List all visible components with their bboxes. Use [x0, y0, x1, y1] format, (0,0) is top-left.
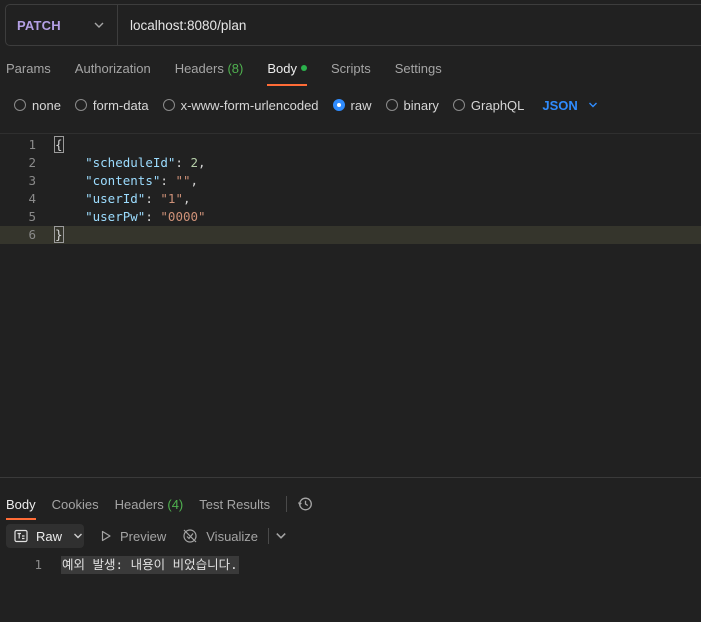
response-tab-test-results[interactable]: Test Results — [199, 497, 270, 512]
json-comma: , — [190, 173, 199, 188]
format-label: JSON — [542, 97, 578, 113]
chevron-down-icon — [588, 102, 597, 108]
request-url-bar: PATCH localhost:8080/plan — [5, 4, 701, 46]
code-line: 1 { — [0, 136, 701, 154]
line-number: 2 — [28, 155, 36, 170]
method-label: PATCH — [17, 17, 61, 33]
tab-body[interactable]: Body — [267, 61, 307, 91]
body-type-graphql[interactable]: GraphQL — [452, 97, 525, 113]
chevron-down-icon — [94, 22, 104, 28]
json-comma: , — [182, 191, 191, 206]
code-line: 4 "userId": "1", — [0, 190, 701, 208]
response-tab-cookies[interactable]: Cookies — [52, 497, 99, 512]
line-number: 1 — [34, 557, 42, 572]
tab-label: Body — [267, 61, 297, 76]
preview-button[interactable]: Preview — [100, 529, 166, 544]
body-type-form-data[interactable]: form-data — [74, 97, 149, 113]
response-text: 예외 발생: 내용이 비었습니다. — [61, 556, 239, 574]
tab-settings[interactable]: Settings — [395, 61, 442, 91]
response-tab-body[interactable]: Body — [6, 496, 36, 520]
format-selector[interactable]: JSON — [542, 98, 597, 113]
request-body-editor[interactable]: 1 { 2 "scheduleId": 2, 3 "contents": "",… — [0, 133, 701, 478]
json-key: "scheduleId" — [85, 155, 176, 170]
option-label: GraphQL — [470, 97, 525, 113]
option-label: binary — [403, 97, 439, 113]
radio-icon — [385, 99, 398, 111]
response-tabs: Body Cookies Headers (4) Test Results — [6, 492, 313, 520]
line-number: 6 — [28, 227, 36, 242]
radio-checked-icon — [332, 99, 345, 111]
url-input[interactable]: localhost:8080/plan — [130, 18, 246, 33]
json-key: "contents" — [85, 173, 161, 188]
tab-label: Body — [6, 496, 36, 512]
line-number: 3 — [28, 173, 36, 188]
tab-authorization[interactable]: Authorization — [75, 61, 151, 91]
toolbar-separator — [268, 528, 270, 544]
json-key: "userId" — [85, 191, 146, 206]
tab-params[interactable]: Params — [6, 61, 51, 91]
history-icon[interactable] — [297, 496, 313, 512]
headers-count: (4) — [167, 496, 184, 512]
raw-view-button[interactable]: Raw — [6, 524, 84, 548]
line-number: 4 — [28, 191, 36, 206]
response-toolbar: Raw Preview Visualize — [6, 524, 287, 548]
code-line: 3 "contents": "", — [0, 172, 701, 190]
radio-icon — [162, 99, 175, 111]
tab-label: Test Results — [199, 496, 271, 512]
raw-text-icon — [14, 529, 28, 543]
postman-window: PATCH localhost:8080/plan Params Authori… — [0, 0, 701, 622]
preview-label: Preview — [120, 528, 167, 544]
request-tabs: Params Authorization Headers (8) Body Sc… — [0, 61, 466, 91]
radio-icon — [452, 99, 465, 111]
line-number: 5 — [28, 209, 36, 224]
tab-label: Settings — [394, 61, 442, 76]
tab-label: Headers — [114, 496, 164, 512]
play-icon — [101, 530, 111, 542]
headers-count: (8) — [227, 61, 244, 76]
body-type-options: none form-data x-www-form-urlencoded raw… — [14, 97, 598, 113]
json-value: 2 — [190, 155, 199, 170]
code-line: 2 "scheduleId": 2, — [0, 154, 701, 172]
json-value: "1" — [160, 191, 183, 206]
close-brace: } — [54, 226, 64, 243]
raw-label: Raw — [36, 528, 63, 544]
visualize-button[interactable]: Visualize — [182, 528, 258, 544]
option-label: form-data — [92, 97, 149, 113]
json-value: "0000" — [160, 209, 206, 224]
body-type-urlencoded[interactable]: x-www-form-urlencoded — [162, 97, 319, 113]
open-brace: { — [54, 136, 64, 153]
response-body[interactable]: 1 예외 발생: 내용이 비었습니다. — [0, 556, 701, 574]
modified-dot-icon — [300, 65, 307, 71]
code-line: 5 "userPw": "0000" — [0, 208, 701, 226]
response-tab-headers[interactable]: Headers (4) — [115, 497, 184, 512]
tab-label: Headers — [174, 61, 224, 76]
panel-resize-handle[interactable] — [0, 477, 701, 478]
radio-icon — [14, 99, 26, 111]
option-label: raw — [350, 97, 372, 113]
chevron-down-icon[interactable] — [275, 530, 287, 542]
code-line-current: 6 } — [0, 226, 701, 244]
chevron-down-icon — [74, 533, 83, 539]
tab-headers[interactable]: Headers (8) — [175, 61, 244, 91]
option-label: x-www-form-urlencoded — [180, 97, 319, 113]
json-key: "userPw" — [85, 209, 146, 224]
body-type-binary[interactable]: binary — [385, 97, 439, 113]
option-label: none — [32, 97, 61, 113]
visualize-icon — [183, 529, 197, 543]
visualize-label: Visualize — [206, 528, 259, 544]
json-value: "" — [175, 173, 191, 188]
tab-label: Cookies — [51, 496, 99, 512]
body-type-raw[interactable]: raw — [332, 97, 372, 113]
tab-scripts[interactable]: Scripts — [331, 61, 371, 91]
tab-label: Authorization — [74, 61, 151, 76]
body-type-none[interactable]: none — [14, 98, 61, 113]
line-number: 1 — [28, 137, 36, 152]
radio-icon — [74, 99, 87, 111]
tab-label: Params — [6, 61, 51, 76]
tab-label: Scripts — [330, 61, 371, 76]
tab-separator — [286, 496, 288, 512]
json-comma: , — [198, 155, 206, 170]
method-selector[interactable]: PATCH — [6, 5, 118, 45]
